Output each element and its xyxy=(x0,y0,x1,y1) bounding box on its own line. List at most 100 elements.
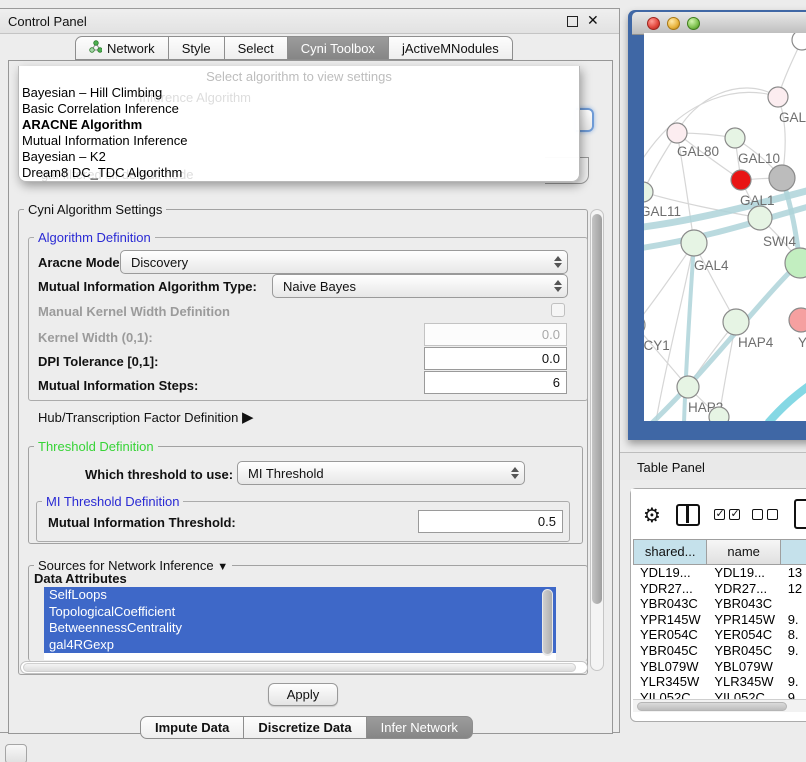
float-window-icon[interactable] xyxy=(567,16,578,27)
table-row[interactable]: YBR043CYBR043C xyxy=(633,596,806,612)
table-cell: 12 xyxy=(781,581,806,597)
aracne-mode-combobox[interactable]: Discovery xyxy=(120,250,568,274)
mi-threshold-field[interactable]: 0.5 xyxy=(418,510,563,533)
tab-select[interactable]: Select xyxy=(225,36,288,60)
expand-right-icon[interactable]: ▶ xyxy=(242,409,254,426)
network-node[interactable] xyxy=(677,376,699,398)
network-node[interactable] xyxy=(725,128,745,148)
group-title: Cyni Algorithm Settings xyxy=(24,202,166,217)
dropdown-item[interactable]: Bayesian – K2 xyxy=(19,149,579,165)
table-row[interactable]: YPR145WYPR145W9. xyxy=(633,612,806,628)
minimize-traffic-light-icon[interactable] xyxy=(667,17,680,30)
list-item[interactable]: SelfLoops xyxy=(44,587,556,604)
scrollbar-thumb[interactable] xyxy=(23,663,576,672)
scrollbar-thumb[interactable] xyxy=(543,590,552,654)
table-cell: 13 xyxy=(781,565,806,581)
network-node[interactable] xyxy=(792,33,806,50)
combo-arrows-icon xyxy=(506,467,524,479)
table-cell: YBL079W xyxy=(707,659,780,675)
tab-infer-network[interactable]: Infer Network xyxy=(367,716,473,739)
dropdown-item-selected[interactable]: ARACNE Algorithm xyxy=(19,117,579,133)
algorithm-dropdown-popup: Inference Algorithm gal-filtered sif def… xyxy=(18,66,580,182)
table-row[interactable]: YDR27...YDR27...12 xyxy=(633,581,806,597)
hub-definition-toggle[interactable]: Hub/Transcription Factor Definition ▶ xyxy=(38,408,254,426)
list-item[interactable]: gal4RGexp xyxy=(44,637,556,654)
network-window-titlebar[interactable] xyxy=(632,12,806,35)
network-node[interactable] xyxy=(644,182,653,202)
network-canvas[interactable]: GALGAL80GAL10GAL1GAL11SWI4GAL4YHAP4GCY1H… xyxy=(644,33,806,421)
dropdown-item[interactable]: Dream8 DC_TDC Algorithm xyxy=(19,165,579,181)
column-header[interactable] xyxy=(781,539,806,565)
group-title: MI Threshold Definition xyxy=(42,494,183,509)
list-item[interactable]: TopologicalCoefficient xyxy=(44,604,556,621)
corner-button[interactable] xyxy=(5,744,27,762)
dropdown-item[interactable]: Mutual Information Inference xyxy=(19,133,579,149)
network-node[interactable] xyxy=(768,87,788,107)
list-item[interactable]: BetweennessCentrality xyxy=(44,620,556,637)
table-row[interactable]: YDL19...YDL19...13 xyxy=(633,565,806,581)
column-header[interactable]: name xyxy=(707,539,780,565)
tab-cyni-toolbox[interactable]: Cyni Toolbox xyxy=(288,36,389,60)
column-header[interactable]: shared... xyxy=(633,539,707,565)
kernel-width-field[interactable]: 0.0 xyxy=(424,323,567,346)
which-threshold-combobox[interactable]: MI Threshold xyxy=(237,461,525,485)
table-row[interactable]: YBR045CYBR045C9. xyxy=(633,643,806,659)
close-icon[interactable]: ✕ xyxy=(587,12,599,29)
mi-threshold-label: Mutual Information Threshold: xyxy=(48,515,236,530)
data-attributes-list[interactable]: SelfLoops TopologicalCoefficient Between… xyxy=(44,587,556,660)
tab-impute-data[interactable]: Impute Data xyxy=(140,716,244,739)
close-traffic-light-icon[interactable] xyxy=(647,17,660,30)
network-node[interactable] xyxy=(748,206,772,230)
tab-network[interactable]: Network xyxy=(75,36,169,60)
select-all-checkboxes-icon[interactable] xyxy=(714,509,740,520)
table-row[interactable]: YER054CYER054C8. xyxy=(633,627,806,643)
table-row[interactable]: YIL052CYIL052C9. xyxy=(633,690,806,699)
network-node-label: GCY1 xyxy=(644,338,670,353)
document-icon[interactable] xyxy=(794,499,806,529)
mi-type-label: Mutual Information Algorithm Type: xyxy=(38,279,257,294)
table-cell: YER054C xyxy=(707,627,780,643)
settings-horizontal-scrollbar[interactable] xyxy=(20,661,588,674)
network-node[interactable] xyxy=(681,230,707,256)
tab-jactivemnodules[interactable]: jActiveMNodules xyxy=(389,36,513,60)
scrollbar-thumb[interactable] xyxy=(592,214,602,604)
scrollbar-thumb[interactable] xyxy=(637,702,787,711)
table-panel-titlebar: Table Panel xyxy=(620,452,806,480)
network-node[interactable] xyxy=(723,309,749,335)
table-cell: 9. xyxy=(781,690,806,699)
tab-style[interactable]: Style xyxy=(169,36,225,60)
table-horizontal-scrollbar[interactable] xyxy=(633,699,806,712)
deselect-all-checkboxes-icon[interactable] xyxy=(752,509,778,520)
table-row[interactable]: YBL079WYBL079W xyxy=(633,659,806,675)
kernel-width-label: Kernel Width (0,1): xyxy=(38,330,153,345)
table-rows: YDL19...YDL19...13YDR27...YDR27...12YBR0… xyxy=(633,565,806,699)
network-node-label: GAL11 xyxy=(644,204,681,219)
network-node[interactable] xyxy=(644,315,645,335)
mi-type-combobox[interactable]: Naive Bayes xyxy=(272,274,568,298)
network-node-label: GAL80 xyxy=(677,144,719,159)
table-cell: YLR345W xyxy=(707,674,780,690)
settings-vertical-scrollbar[interactable] xyxy=(590,209,604,671)
table-row[interactable]: YLR345WYLR345W9. xyxy=(633,674,806,690)
tab-discretize-data[interactable]: Discretize Data xyxy=(244,716,366,739)
screen: Control Panel ✕ Network S xyxy=(0,0,806,762)
manual-kernel-checkbox[interactable] xyxy=(551,303,565,317)
network-node[interactable] xyxy=(667,123,687,143)
network-node[interactable] xyxy=(709,407,729,421)
bottom-tab-bar: Impute Data Discretize Data Infer Networ… xyxy=(140,716,473,739)
dpi-tolerance-field[interactable]: 0.0 xyxy=(424,347,567,370)
dropdown-item[interactable]: Basic Correlation Inference xyxy=(19,101,579,117)
network-node[interactable] xyxy=(769,165,795,191)
zoom-traffic-light-icon[interactable] xyxy=(687,17,700,30)
mi-steps-field[interactable]: 6 xyxy=(424,371,567,394)
network-node[interactable] xyxy=(731,170,751,190)
columns-icon[interactable] xyxy=(676,504,700,526)
list-scrollbar[interactable] xyxy=(542,589,553,656)
table-cell: YPR145W xyxy=(633,612,707,628)
table-cell: YDR27... xyxy=(633,581,707,597)
dropdown-item[interactable]: Bayesian – Hill Climbing xyxy=(19,85,579,101)
network-node[interactable] xyxy=(789,308,806,332)
collapse-down-icon[interactable]: ▼ xyxy=(217,561,228,573)
gear-icon[interactable]: ⚙ xyxy=(643,503,661,528)
apply-button[interactable]: Apply xyxy=(268,683,338,706)
